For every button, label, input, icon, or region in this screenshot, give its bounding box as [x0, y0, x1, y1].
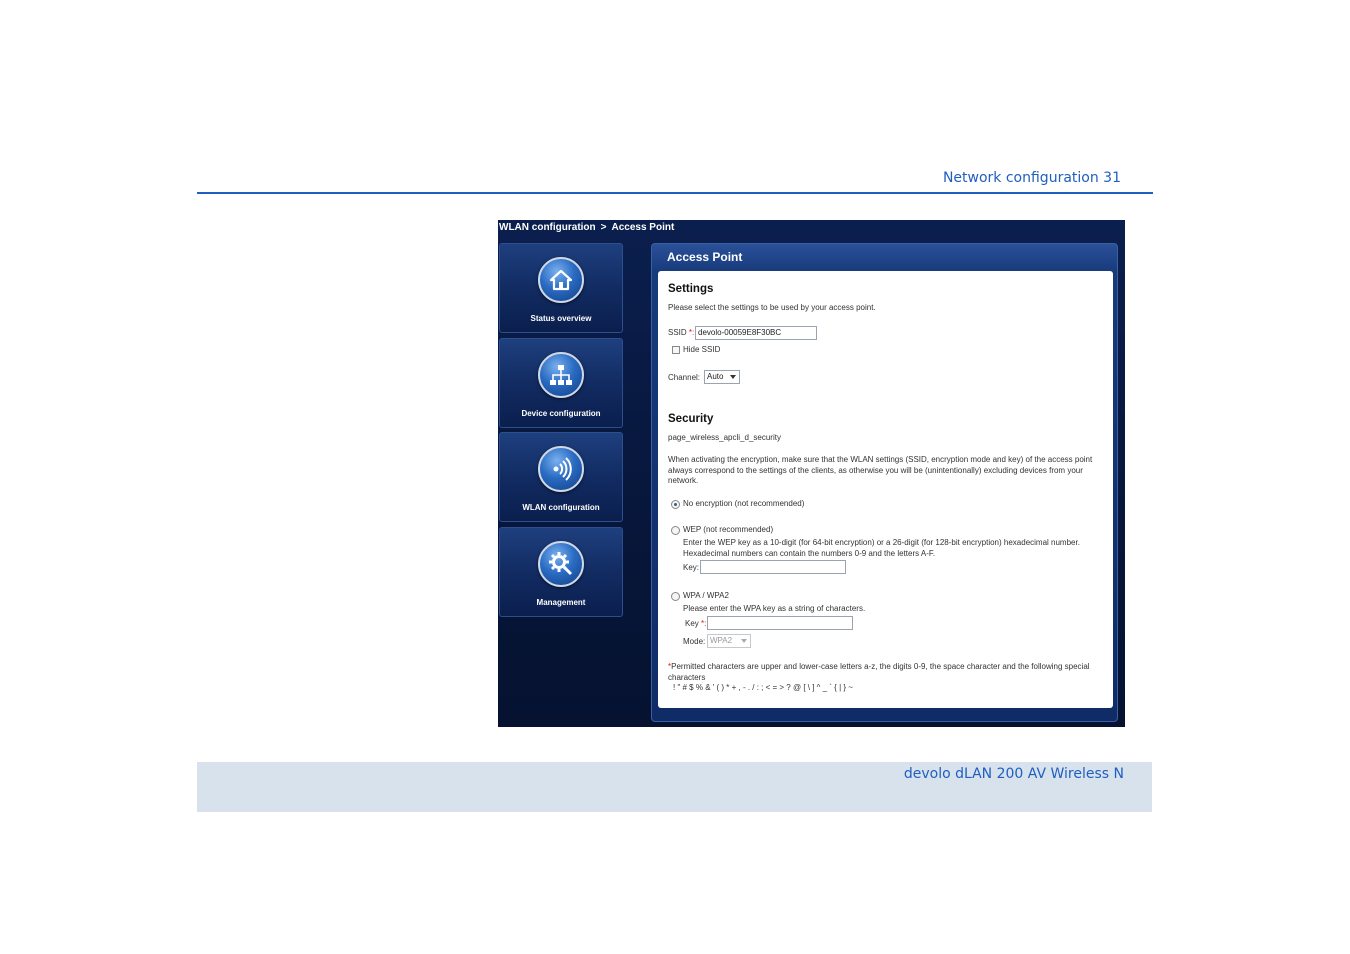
security-key-name: page_wireless_apcli_d_security	[668, 433, 781, 442]
wep-radio[interactable]	[671, 526, 680, 535]
wep-key-input[interactable]	[700, 560, 846, 574]
nav-management[interactable]: Management	[499, 527, 623, 617]
nav-label: Device configuration	[521, 409, 601, 418]
wep-label: WEP (not recommended)	[683, 525, 774, 534]
wpa-key-label: Key *:	[685, 619, 707, 628]
security-note: When activating the encryption, make sur…	[668, 455, 1093, 485]
security-heading: Security	[668, 413, 714, 425]
wpa-radio[interactable]	[671, 592, 680, 601]
wireless-icon	[538, 446, 584, 492]
nav-label: Status overview	[530, 314, 592, 323]
breadcrumb-current: Access Point	[611, 222, 675, 233]
nav-device-configuration[interactable]: Device configuration	[499, 338, 623, 428]
wpa-hint: Please enter the WPA key as a string of …	[683, 604, 866, 613]
access-point-panel: Access Point Settings Please select the …	[651, 243, 1118, 722]
network-icon	[538, 352, 584, 398]
wep-hint: Enter the WEP key as a 10-digit (for 64-…	[683, 538, 1080, 558]
hide-ssid-label: Hide SSID	[683, 345, 721, 354]
breadcrumb-separator: >	[600, 222, 607, 233]
special-characters: ! " # $ % & ' ( ) * + , - . / : ; < = > …	[673, 683, 853, 692]
nav-wlan-configuration[interactable]: WLAN configuration	[499, 432, 623, 522]
wpa-key-input[interactable]	[707, 616, 853, 630]
settings-description: Please select the settings to be used by…	[668, 303, 876, 312]
page-header-text: Network configuration 31	[942, 170, 1121, 186]
ssid-label: SSID *:	[668, 328, 695, 337]
panel-title: Access Point	[667, 250, 743, 264]
channel-value: Auto	[707, 372, 724, 381]
gear-icon	[538, 541, 584, 587]
nav-status-overview[interactable]: Status overview	[499, 243, 623, 333]
breadcrumb-section[interactable]: WLAN configuration	[499, 222, 596, 233]
wpa-mode-select[interactable]: WPA2	[707, 634, 751, 648]
router-web-ui: WLAN configuration > Access Point Status o…	[498, 220, 1125, 727]
permitted-chars-note: *Permitted characters are upper and lowe…	[668, 662, 1090, 682]
wep-key-label: Key:	[683, 563, 700, 572]
no-encryption-label: No encryption (not recommended)	[683, 499, 805, 508]
panel-body: Settings Please select the settings to b…	[658, 271, 1113, 708]
chevron-down-icon	[730, 375, 736, 379]
hide-ssid-checkbox[interactable]	[672, 346, 680, 354]
page-footer-text: devolo dLAN 200 AV Wireless N	[903, 766, 1124, 782]
ssid-input[interactable]: devolo-00059E8F30BC	[695, 326, 817, 340]
channel-label: Channel:	[668, 373, 701, 382]
chevron-down-icon	[741, 639, 747, 643]
page-footer: devolo dLAN 200 AV Wireless N	[197, 762, 1152, 812]
no-encryption-radio[interactable]	[671, 500, 680, 509]
breadcrumb: WLAN configuration > Access Point	[499, 222, 679, 233]
wpa-label: WPA / WPA2	[683, 591, 729, 600]
wpa-mode-value: WPA2	[710, 636, 733, 645]
page-header: Network configuration 31	[197, 168, 1153, 194]
home-icon	[538, 257, 584, 303]
nav-label: Management	[536, 598, 586, 607]
nav-label: WLAN configuration	[522, 503, 600, 512]
channel-select[interactable]: Auto	[704, 370, 740, 384]
settings-heading: Settings	[668, 283, 714, 295]
wpa-mode-label: Mode:	[683, 637, 706, 646]
